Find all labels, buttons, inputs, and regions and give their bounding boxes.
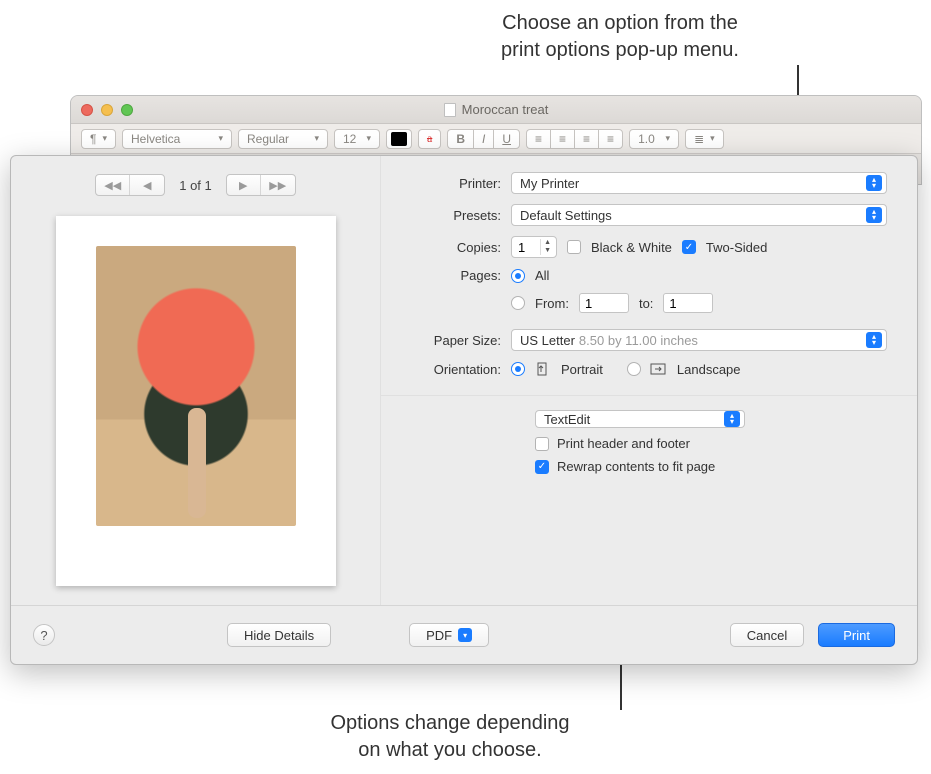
presets-label: Presets: bbox=[405, 208, 501, 223]
copies-input[interactable] bbox=[518, 240, 536, 255]
format-toolbar: ¶▾ Helvetica▾ Regular▾ 12▾ a B I U ≡ ≡ ≡… bbox=[71, 124, 921, 154]
print-dialog: ◀◀ ◀ 1 of 1 ▶ ▶▶ Printer: My Print bbox=[10, 155, 918, 665]
rewrap-checkbox[interactable]: ✓ bbox=[535, 460, 549, 474]
print-options-section: TextEdit ▴▾ Print header and footer ✓ Re… bbox=[381, 395, 917, 474]
font-family-popup[interactable]: Helvetica▾ bbox=[122, 129, 232, 149]
orientation-landscape-label: Landscape bbox=[677, 362, 741, 377]
papersize-label: Paper Size: bbox=[405, 333, 501, 348]
underline-button[interactable]: U bbox=[493, 129, 520, 149]
next-nav-group: ▶ ▶▶ bbox=[226, 174, 296, 196]
prev-page-button[interactable]: ◀ bbox=[130, 175, 164, 195]
copies-step-up[interactable]: ▲ bbox=[541, 239, 554, 247]
first-page-button[interactable]: ◀◀ bbox=[96, 175, 130, 195]
landscape-icon bbox=[649, 361, 669, 377]
help-button[interactable]: ? bbox=[33, 624, 55, 646]
paragraph-style-popup[interactable]: ¶▾ bbox=[81, 129, 116, 149]
pages-from-input[interactable] bbox=[579, 293, 629, 313]
callout-top: Choose an option from the print options … bbox=[430, 10, 810, 64]
pages-to-label: to: bbox=[639, 296, 653, 311]
copies-step-down[interactable]: ▼ bbox=[541, 247, 554, 255]
papersize-popup[interactable]: US Letter 8.50 by 11.00 inches ▴▾ bbox=[511, 329, 887, 351]
popup-arrows-icon: ▴▾ bbox=[866, 207, 882, 223]
presets-popup[interactable]: Default Settings ▴▾ bbox=[511, 204, 887, 226]
printer-popup[interactable]: My Printer ▴▾ bbox=[511, 172, 887, 194]
window-titlebar: Moroccan treat bbox=[71, 96, 921, 124]
pdf-menu-button[interactable]: PDF ▾ bbox=[409, 623, 489, 647]
print-options-popup[interactable]: TextEdit ▴▾ bbox=[535, 410, 745, 428]
two-sided-checkbox[interactable]: ✓ bbox=[682, 240, 696, 254]
black-white-checkbox[interactable] bbox=[567, 240, 581, 254]
printer-label: Printer: bbox=[405, 176, 501, 191]
print-button[interactable]: Print bbox=[818, 623, 895, 647]
align-left-button[interactable]: ≡ bbox=[526, 129, 550, 149]
pages-all-label: All bbox=[535, 268, 549, 283]
prev-nav-group: ◀◀ ◀ bbox=[95, 174, 165, 196]
orientation-portrait-label: Portrait bbox=[561, 362, 603, 377]
print-options-pane: Printer: My Printer ▴▾ Presets: Default … bbox=[381, 156, 917, 605]
close-window-button[interactable] bbox=[81, 104, 93, 116]
align-right-button[interactable]: ≡ bbox=[574, 129, 598, 149]
page-counter: 1 of 1 bbox=[179, 178, 212, 193]
align-justify-button[interactable]: ≡ bbox=[598, 129, 623, 149]
strikethrough-button[interactable]: a bbox=[418, 129, 441, 149]
orientation-portrait-radio[interactable] bbox=[511, 362, 525, 376]
black-white-label: Black & White bbox=[591, 240, 672, 255]
alignment-group: ≡ ≡ ≡ ≡ bbox=[526, 129, 623, 149]
pages-all-radio[interactable] bbox=[511, 269, 525, 283]
document-icon bbox=[444, 103, 456, 117]
portrait-icon bbox=[533, 361, 553, 377]
orientation-label: Orientation: bbox=[405, 362, 501, 377]
orientation-landscape-radio[interactable] bbox=[627, 362, 641, 376]
copies-stepper[interactable]: ▲ ▼ bbox=[511, 236, 557, 258]
pages-label: Pages: bbox=[405, 268, 501, 283]
popup-arrows-icon: ▴▾ bbox=[866, 175, 882, 191]
minimize-window-button[interactable] bbox=[101, 104, 113, 116]
pages-from-label: From: bbox=[535, 296, 569, 311]
font-size-field[interactable]: 12▾ bbox=[334, 129, 380, 149]
callout-bottom: Options change depending on what you cho… bbox=[280, 710, 620, 764]
copies-label: Copies: bbox=[405, 240, 501, 255]
popup-arrows-icon: ▴▾ bbox=[866, 332, 882, 348]
bold-button[interactable]: B bbox=[447, 129, 473, 149]
page-preview bbox=[56, 216, 336, 586]
rewrap-label: Rewrap contents to fit page bbox=[557, 459, 715, 474]
preview-nav: ◀◀ ◀ 1 of 1 ▶ ▶▶ bbox=[95, 174, 296, 196]
last-page-button[interactable]: ▶▶ bbox=[261, 175, 295, 195]
header-footer-label: Print header and footer bbox=[557, 436, 690, 451]
two-sided-label: Two-Sided bbox=[706, 240, 767, 255]
align-center-button[interactable]: ≡ bbox=[550, 129, 574, 149]
italic-button[interactable]: I bbox=[473, 129, 493, 149]
pages-to-input[interactable] bbox=[663, 293, 713, 313]
cancel-button[interactable]: Cancel bbox=[730, 623, 804, 647]
print-preview-pane: ◀◀ ◀ 1 of 1 ▶ ▶▶ bbox=[11, 156, 381, 605]
hide-details-button[interactable]: Hide Details bbox=[227, 623, 331, 647]
font-style-popup[interactable]: Regular▾ bbox=[238, 129, 328, 149]
document-image bbox=[96, 246, 296, 526]
traffic-lights bbox=[81, 104, 133, 116]
next-page-button[interactable]: ▶ bbox=[227, 175, 261, 195]
text-color-swatch[interactable] bbox=[386, 129, 412, 149]
header-footer-checkbox[interactable] bbox=[535, 437, 549, 451]
biu-group: B I U bbox=[447, 129, 520, 149]
dialog-footer: ? Hide Details PDF ▾ Cancel Print bbox=[11, 606, 917, 664]
pages-range-radio[interactable] bbox=[511, 296, 525, 310]
zoom-window-button[interactable] bbox=[121, 104, 133, 116]
list-style-popup[interactable]: ≣▾ bbox=[685, 129, 724, 149]
popup-arrows-icon: ▴▾ bbox=[724, 411, 740, 427]
chevron-down-icon: ▾ bbox=[458, 628, 472, 642]
line-spacing-popup[interactable]: 1.0▾ bbox=[629, 129, 679, 149]
window-title: Moroccan treat bbox=[71, 102, 921, 117]
